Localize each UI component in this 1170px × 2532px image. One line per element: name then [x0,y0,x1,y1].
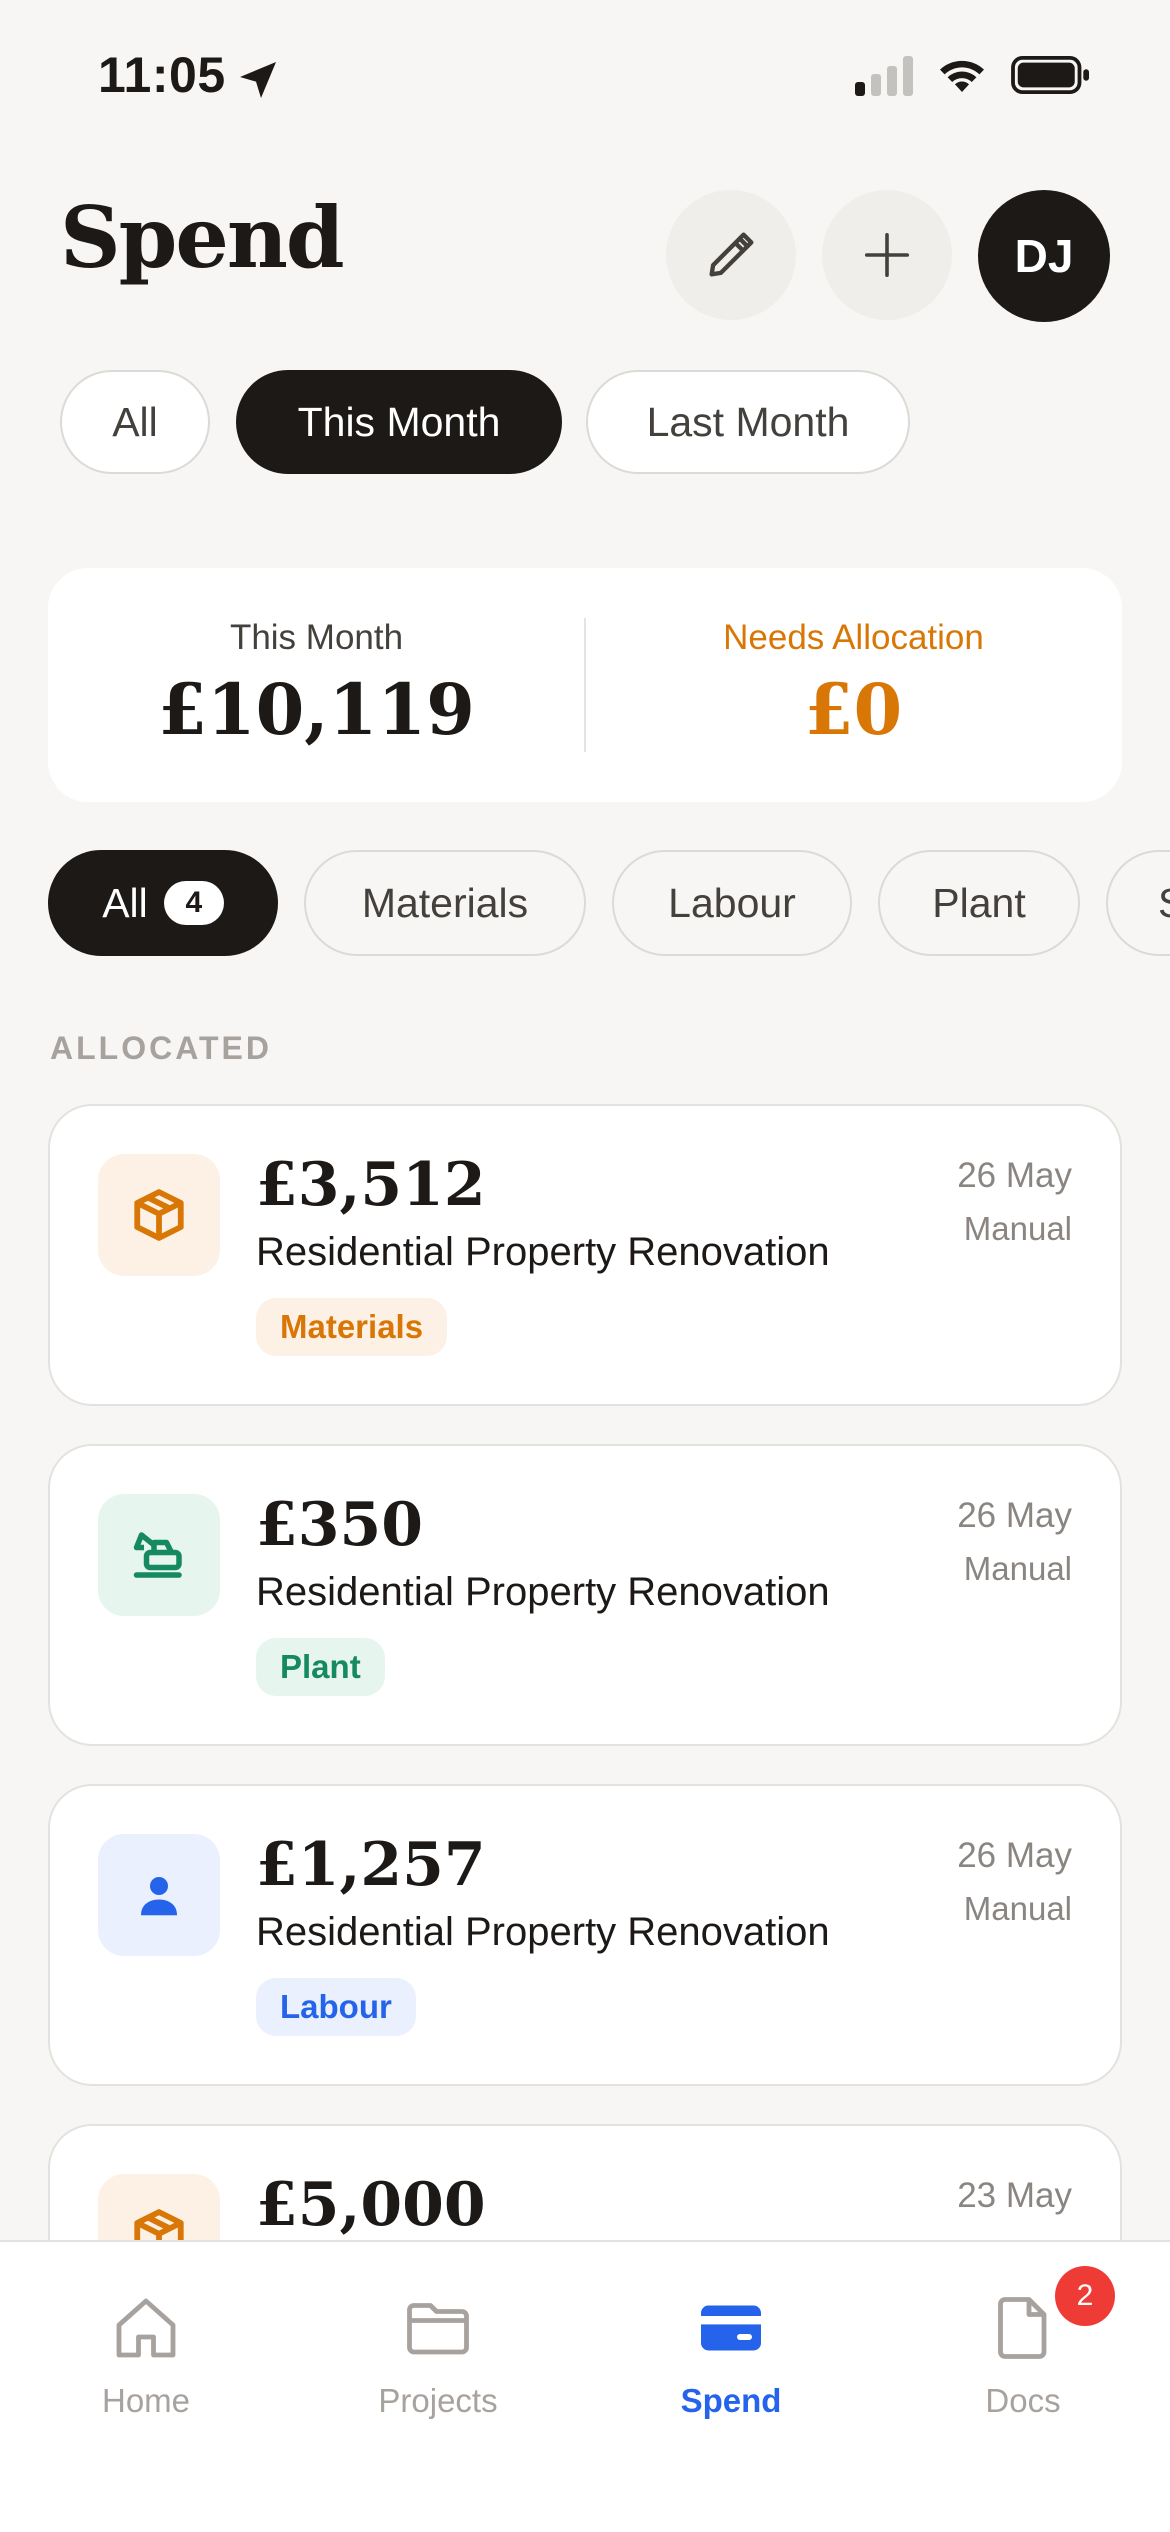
transaction-icon-tile [98,1834,220,1956]
transaction-card[interactable]: £3,512 Residential Property Renovation M… [48,1104,1122,1406]
transaction-source: Manual [963,1890,1072,1927]
pencil-icon [709,232,754,277]
period-filter-last-month[interactable]: Last Month [586,370,910,474]
person-icon [141,1877,177,1916]
transaction-amount: £1,257 [256,1830,486,1900]
notification-badge: 2 [1055,2266,1115,2326]
transaction-icon-tile [98,1154,220,1276]
transaction-amount: £350 [256,1490,423,1560]
wifi-icon [940,60,984,92]
transaction-project: Residential Property Renovation [256,1230,830,1274]
transaction-icon-tile [98,1494,220,1616]
period-filter-all[interactable]: All [60,370,210,474]
transaction-source: Manual [963,1550,1072,1587]
avatar[interactable]: DJ [978,190,1110,322]
this-month-label: This Month [229,618,404,657]
bottom-tab-bar: Home Projects Spend 2 Docs [0,2240,1170,2532]
transaction-project: Residential Property Renovation [256,1910,830,1954]
category-filter-label: All [102,879,148,926]
tab-label: Home [101,2382,191,2419]
transaction-project: Residential Property Renovation [256,1570,830,1614]
battery-icon [1011,56,1089,94]
category-tag-labour: Labour [256,1978,416,2036]
add-button[interactable] [822,190,952,320]
tab-label: Spend [680,2382,782,2419]
folder-icon [407,2303,469,2355]
tab-docs[interactable]: 2 Docs [877,2242,1169,2442]
needs-allocation-total: £0 [804,668,903,751]
category-tag-plant: Plant [256,1638,385,1696]
allocated-section-label: ALLOCATED [50,1030,272,1066]
materials-box-icon [134,1189,184,1241]
cellular-signal-icon [855,56,913,96]
transaction-amount: £3,512 [256,1150,486,1220]
status-bar: 11:05 [0,0,1170,150]
category-filter-labour[interactable]: Labour [612,850,852,956]
this-month-total: £10,119 [158,668,475,751]
tab-label: Projects [378,2382,498,2419]
home-icon [116,2298,176,2358]
category-filter-plant[interactable]: Plant [878,850,1080,956]
spend-summary-card: This Month £10,119 Needs Allocation £0 [48,568,1122,802]
transaction-date: 23 May [957,2176,1072,2215]
tab-home[interactable]: Home [0,2242,292,2442]
tab-spend[interactable]: Spend [585,2242,877,2442]
category-filter-partial[interactable]: S [1106,850,1170,956]
needs-allocation-summary[interactable]: Needs Allocation £0 [585,568,1122,802]
tab-projects[interactable]: Projects [292,2242,584,2442]
transaction-date: 26 May [957,1496,1072,1535]
category-tag-materials: Materials [256,1298,448,1356]
category-filter-materials[interactable]: Materials [304,850,586,956]
category-filter-all[interactable]: All 4 [48,850,278,956]
edit-button[interactable] [666,190,796,320]
transaction-date: 26 May [957,1156,1072,1195]
tab-label: Docs [985,2382,1061,2419]
spend-screen: 11:05 Spend DJ All This Month Last Month… [0,0,1170,2532]
period-filter-this-month[interactable]: This Month [236,370,562,474]
excavator-icon [133,1532,182,1578]
transaction-date: 26 May [957,1836,1072,1875]
document-icon [998,2297,1047,2359]
plus-icon [864,232,910,278]
location-arrow-icon [240,62,276,98]
transaction-card[interactable]: £1,257 Residential Property Renovation L… [48,1784,1122,2086]
status-time: 11:05 [98,47,226,103]
needs-allocation-label: Needs Allocation [723,618,984,657]
card-icon [701,2305,761,2351]
transaction-source: Manual [963,1210,1072,1247]
transaction-card[interactable]: £350 Residential Property Renovation Pla… [48,1444,1122,1746]
page-title: Spend [60,188,345,287]
transaction-amount: £5,000 [256,2170,486,2240]
this-month-summary: This Month £10,119 [48,568,585,802]
category-count-badge: 4 [163,881,224,925]
